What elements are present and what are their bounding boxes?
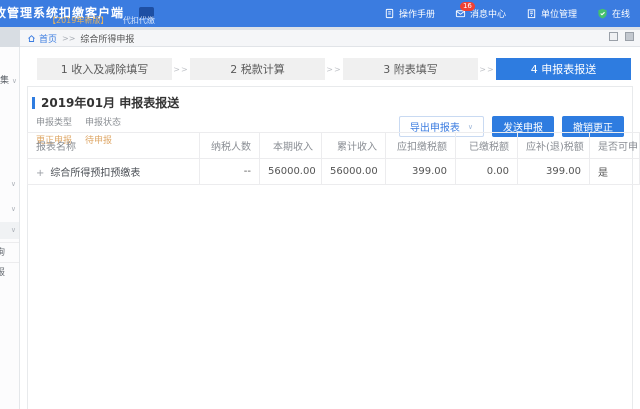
sidebar: 采集 ∨ ∨ ∨ ∨ 询 报: [0, 47, 20, 409]
nav-online-status[interactable]: 在线: [597, 7, 630, 20]
nav-messages-label: 消息中心: [470, 7, 506, 20]
mode-label[interactable]: 代扣代缴: [123, 16, 155, 25]
accent-bar: [32, 97, 35, 109]
sidebar-item-collect[interactable]: 采集 ∨: [0, 73, 17, 86]
col-current-income: 本期收入: [260, 133, 322, 159]
step-nav: 1 收入及减除填写 >> 2 税款计算 >> 3 附表填写 >> 4 申报表报送: [37, 58, 631, 80]
window-restore-icon[interactable]: [609, 32, 618, 41]
declare-type-label: 申报类型: [36, 115, 72, 128]
tab-step-2[interactable]: 2 税款计算: [190, 58, 325, 80]
tab-controls: [609, 32, 634, 41]
expand-icon[interactable]: +: [36, 168, 44, 179]
nav-online-label: 在线: [612, 7, 630, 20]
cell-tax-paid: 0.00: [456, 159, 518, 185]
col-tax-due: 应补(退)税额: [518, 133, 590, 159]
section-title-text: 2019年01月 申报表报送: [41, 94, 179, 111]
tab-bar: 首页 >> 综合所得申报: [0, 27, 640, 47]
col-taxpayer-count: 纳税人数: [200, 133, 260, 159]
col-tax-paid: 已缴税额: [456, 133, 518, 159]
top-header: 收管理系统扣缴客户端 【2019年新版】 代扣代缴 操作手册 16 消息中心 单…: [0, 0, 640, 27]
version-label: 【2019年新版】: [48, 16, 108, 25]
section-title: 2019年01月 申报表报送: [32, 94, 632, 111]
breadcrumb-separator: >>: [62, 34, 75, 43]
breadcrumb-home-label: 首页: [39, 32, 57, 45]
nav-manual-label: 操作手册: [399, 7, 435, 20]
chevron-down-icon[interactable]: ∨: [11, 205, 16, 213]
breadcrumb: 首页 >> 综合所得申报: [27, 30, 134, 46]
step-separator: >>: [478, 65, 496, 74]
step-separator: >>: [172, 65, 190, 74]
manual-icon: [384, 8, 395, 19]
message-badge: 16: [460, 2, 475, 11]
chevron-down-icon: ∨: [468, 123, 473, 131]
step-separator: >>: [325, 65, 343, 74]
col-can-declare: 是否可申...: [590, 133, 640, 159]
chevron-down-icon[interactable]: ∨: [11, 180, 16, 188]
nav-org-label: 单位管理: [541, 7, 577, 20]
cell-accumulated-income: 56000.00: [322, 159, 386, 185]
sidebar-selected-row: [0, 222, 19, 239]
sidebar-header-block: [0, 27, 20, 47]
col-report-name: 报表名称: [28, 133, 200, 159]
table-header-row: 报表名称 纳税人数 本期收入 累计收入 应扣缴税额 已缴税额 应补(退)税额 是…: [28, 133, 640, 159]
cell-taxpayer-count: --: [200, 159, 260, 185]
nav-org[interactable]: 单位管理: [526, 7, 577, 20]
nav-manual[interactable]: 操作手册: [384, 7, 435, 20]
tab-step-3[interactable]: 3 附表填写: [343, 58, 478, 80]
declaration-panel: 2019年01月 申报表报送 申报类型 更正申报 申报状态 待申报 导出申报表 …: [27, 86, 633, 409]
brand-subtitle: 【2019年新版】 代扣代缴: [48, 15, 155, 26]
tab-step-4[interactable]: 4 申报表报送: [496, 58, 631, 80]
app-window: 收管理系统扣缴客户端 【2019年新版】 代扣代缴 操作手册 16 消息中心 单…: [0, 0, 640, 409]
cell-current-income: 56000.00: [260, 159, 322, 185]
report-name: 综合所得预扣预缴表: [50, 168, 140, 179]
sidebar-item-query[interactable]: 询: [0, 242, 19, 262]
main-content: 1 收入及减除填写 >> 2 税款计算 >> 3 附表填写 >> 4 申报表报送…: [21, 47, 640, 409]
cell-tax-due: 399.00: [518, 159, 590, 185]
home-icon: [27, 34, 36, 43]
nav-messages[interactable]: 16 消息中心: [455, 7, 506, 20]
breadcrumb-current[interactable]: 综合所得申报: [80, 32, 134, 45]
report-table: 报表名称 纳税人数 本期收入 累计收入 应扣缴税额 已缴税额 应补(退)税额 是…: [27, 132, 640, 185]
window-menu-icon[interactable]: [625, 32, 634, 41]
chevron-down-icon: ∨: [12, 77, 17, 85]
declare-status-label: 申报状态: [85, 115, 121, 128]
tab-step-1[interactable]: 1 收入及减除填写: [37, 58, 172, 80]
col-tax-withheld: 应扣缴税额: [386, 133, 456, 159]
cell-tax-withheld: 399.00: [386, 159, 456, 185]
chevron-down-icon[interactable]: ∨: [11, 226, 16, 234]
table-row[interactable]: + 综合所得预扣预缴表 -- 56000.00 56000.00 399.00 0…: [28, 159, 640, 185]
breadcrumb-home[interactable]: 首页: [27, 32, 57, 45]
online-shield-icon: [597, 8, 608, 19]
org-icon: [526, 8, 537, 19]
status-badge: 是: [590, 159, 640, 185]
col-accumulated-income: 累计收入: [322, 133, 386, 159]
sidebar-item-report[interactable]: 报: [0, 262, 19, 282]
top-nav: 操作手册 16 消息中心 单位管理 在线: [384, 0, 630, 27]
